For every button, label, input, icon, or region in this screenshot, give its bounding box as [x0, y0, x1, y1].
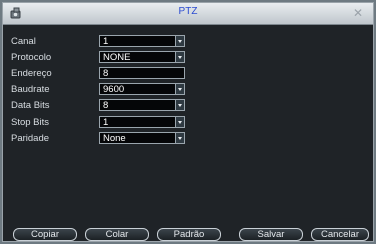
protocolo-select[interactable]: NONE [99, 51, 185, 63]
protocolo-label: Protocolo [11, 52, 52, 63]
save-button[interactable]: Salvar [239, 228, 303, 241]
stop-bits-label: Stop Bits [11, 117, 50, 128]
paridade-label: Paridade [11, 133, 50, 144]
data-bits-label: Data Bits [11, 100, 50, 111]
paridade-value: None [103, 133, 126, 144]
close-icon[interactable]: ✕ [351, 6, 365, 20]
cancel-button[interactable]: Cancelar [311, 228, 369, 241]
row-data-bits: Data Bits 8 [3, 99, 373, 113]
row-paridade: Paridade None [3, 132, 373, 146]
row-baudrate: Baudrate 9600 [3, 83, 373, 97]
stop-bits-value: 1 [103, 117, 109, 128]
endereco-input[interactable]: 8 [99, 67, 185, 79]
button-bar: Copiar Colar Padrão Salvar Cancelar [3, 228, 373, 241]
window-title: PTZ [178, 6, 198, 17]
chevron-down-icon[interactable] [175, 52, 184, 62]
row-endereco: Endereço 8 [3, 67, 373, 81]
canal-label: Canal [11, 36, 36, 47]
baudrate-value: 9600 [103, 84, 125, 95]
chevron-down-icon[interactable] [175, 100, 184, 110]
data-bits-value: 8 [103, 100, 109, 111]
default-button[interactable]: Padrão [157, 228, 221, 241]
protocolo-value: NONE [103, 52, 131, 63]
canal-select[interactable]: 1 [99, 35, 185, 47]
row-protocolo: Protocolo NONE [3, 51, 373, 65]
row-canal: Canal 1 [3, 35, 373, 49]
row-stop-bits: Stop Bits 1 [3, 116, 373, 130]
paste-button[interactable]: Colar [85, 228, 149, 241]
paridade-select[interactable]: None [99, 132, 185, 144]
endereco-value: 8 [103, 68, 109, 79]
baudrate-label: Baudrate [11, 84, 50, 95]
chevron-down-icon[interactable] [175, 36, 184, 46]
ptz-dialog: PTZ ✕ Canal 1 Protocolo NONE Endereço 8 … [2, 2, 374, 242]
chevron-down-icon[interactable] [175, 117, 184, 127]
chevron-down-icon[interactable] [175, 133, 184, 143]
canal-value: 1 [103, 36, 109, 47]
data-bits-select[interactable]: 8 [99, 99, 185, 111]
title-bar: PTZ ✕ [3, 3, 373, 25]
copy-button[interactable]: Copiar [13, 228, 77, 241]
stop-bits-select[interactable]: 1 [99, 116, 185, 128]
chevron-down-icon[interactable] [175, 84, 184, 94]
endereco-label: Endereço [11, 68, 52, 79]
baudrate-select[interactable]: 9600 [99, 83, 185, 95]
